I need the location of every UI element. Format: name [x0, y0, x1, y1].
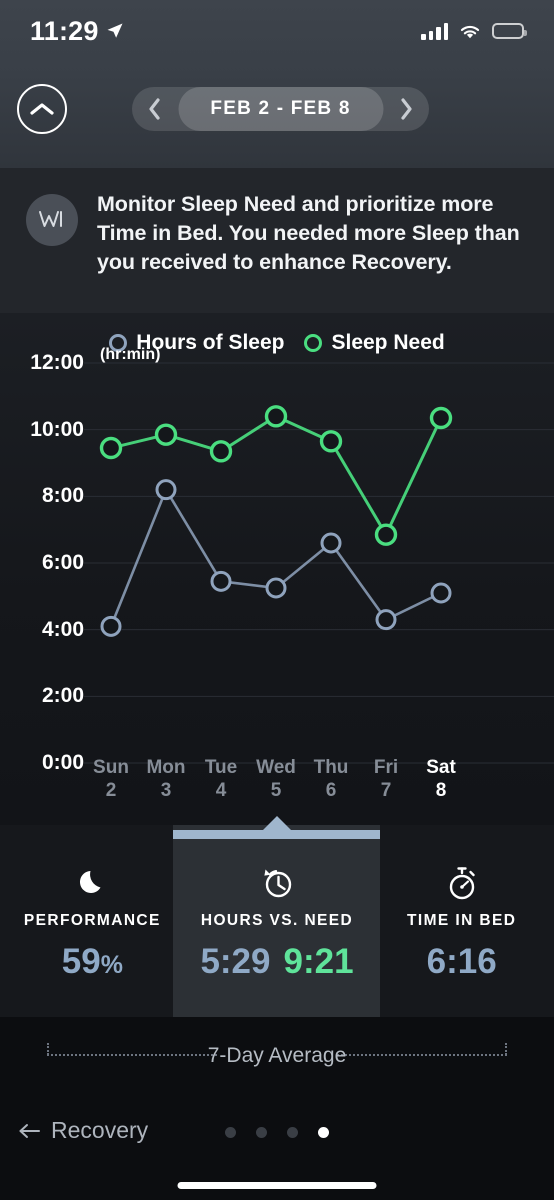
data-point-sleep-need-wed[interactable]	[264, 405, 288, 428]
location-arrow-icon	[107, 23, 123, 38]
time-in-bed-value: 6:16	[426, 942, 497, 981]
moon-icon	[75, 863, 109, 903]
page-dot-3[interactable]	[287, 1127, 298, 1138]
x-tick-day-name: Tue	[204, 757, 238, 778]
x-axis-tick-tue[interactable]: Tue 4	[205, 756, 237, 802]
x-tick-day-name: Fri	[373, 757, 399, 778]
data-point-sleep-need-fri[interactable]	[374, 523, 398, 546]
x-tick-day-number: 3	[160, 780, 172, 801]
stat-hours-vs-need[interactable]: HOURS VS. NEED 5:29 9:21	[185, 825, 370, 1017]
data-point-hours-of-sleep-mon[interactable]	[155, 479, 177, 501]
data-point-hours-of-sleep-fri[interactable]	[375, 609, 397, 631]
average-bracket: 7-Day Average	[47, 1035, 507, 1077]
x-tick-day-number: 8	[435, 780, 447, 801]
x-axis-tick-thu[interactable]: Thu 6	[314, 756, 349, 802]
x-tick-day-name: Mon	[146, 757, 186, 778]
stat-title-time-in-bed: TIME IN BED	[407, 912, 517, 929]
status-bar: 11:29	[0, 0, 554, 62]
x-axis-tick-sun[interactable]: Sun 2	[93, 756, 129, 802]
sleep-need-value: 9:21	[283, 942, 354, 981]
x-axis-tick-mon[interactable]: Mon 3	[146, 756, 185, 802]
x-axis-tick-wed[interactable]: Wed 5	[256, 756, 296, 802]
hours-slept-value: 5:29	[200, 942, 271, 981]
collapse-button[interactable]	[17, 84, 67, 134]
footer: Recovery	[0, 1095, 554, 1200]
back-to-recovery-link[interactable]: Recovery	[18, 1117, 148, 1144]
page-dot-1[interactable]	[225, 1127, 236, 1138]
clock-time: 11:29	[30, 15, 99, 46]
stats-row: PERFORMANCE 59% HOURS VS. NEED 5:29 9:21…	[0, 825, 554, 1017]
data-point-sleep-need-sat[interactable]	[429, 406, 453, 430]
stat-performance[interactable]: PERFORMANCE 59%	[0, 825, 185, 1017]
data-point-sleep-need-thu[interactable]	[319, 430, 343, 453]
stats-panel: PERFORMANCE 59% HOURS VS. NEED 5:29 9:21…	[0, 816, 554, 1017]
sleep-chart: Hours of Sleep Sleep Need (hr:min) 12:00…	[0, 313, 554, 825]
previous-week-button[interactable]	[132, 87, 178, 131]
bracket-tick-left	[47, 1043, 49, 1055]
stat-value-time-in-bed: 6:16	[427, 942, 497, 982]
status-bar-right	[421, 22, 527, 40]
series-line-hours-of-sleep	[109, 488, 443, 628]
performance-percent-sign: %	[100, 951, 123, 979]
data-point-hours-of-sleep-sat[interactable]	[430, 582, 452, 604]
stat-title-performance: PERFORMANCE	[23, 912, 161, 929]
x-tick-day-number: 2	[105, 780, 117, 801]
x-tick-day-number: 4	[215, 780, 227, 801]
stopwatch-icon	[445, 863, 479, 903]
average-label: 7-Day Average	[207, 1044, 347, 1067]
x-axis-tick-sat[interactable]: Sat 8	[426, 756, 456, 802]
x-tick-day-number: 6	[325, 780, 337, 801]
back-link-label: Recovery	[51, 1117, 149, 1143]
advice-banner: Monitor Sleep Need and prioritize more T…	[0, 168, 554, 313]
bracket-tick-right	[505, 1043, 507, 1055]
whoop-glyph	[39, 211, 62, 227]
chevron-left-icon	[149, 98, 160, 120]
seven-day-average-section: 7-Day Average	[0, 1017, 554, 1095]
performance-number: 59	[61, 942, 101, 981]
x-tick-day-name: Wed	[256, 757, 296, 778]
advice-text: Monitor Sleep Need and prioritize more T…	[97, 192, 520, 274]
data-point-hours-of-sleep-wed[interactable]	[265, 577, 287, 599]
data-point-hours-of-sleep-tue[interactable]	[210, 570, 232, 592]
data-point-sleep-need-mon[interactable]	[154, 423, 178, 446]
status-bar-left: 11:29	[30, 16, 124, 47]
stat-value-performance: 59%	[62, 942, 123, 982]
next-week-button[interactable]	[383, 87, 429, 131]
week-range-label[interactable]: FEB 2 - FEB 8	[178, 87, 383, 131]
home-indicator[interactable]	[177, 1182, 377, 1189]
app-screen: 11:29 FEB 2 - FEB 8 Monitor Sleep Need a…	[0, 0, 554, 1200]
page-dot-4[interactable]	[318, 1127, 329, 1138]
stat-value-hours-vs-need: 5:29 9:21	[200, 942, 353, 982]
chart-plot-area	[84, 362, 554, 764]
cellular-signal-icon	[421, 22, 448, 40]
x-tick-day-number: 5	[270, 780, 282, 801]
page-dot-2[interactable]	[256, 1127, 267, 1138]
page-indicator-dots[interactable]	[225, 1127, 329, 1138]
chevron-right-icon	[401, 98, 412, 120]
arrow-left-icon	[19, 1123, 40, 1138]
x-tick-day-number: 7	[380, 780, 392, 801]
stat-title-hours-vs-need: HOURS VS. NEED	[200, 912, 354, 929]
week-selector: FEB 2 - FEB 8	[132, 87, 429, 131]
battery-low-icon	[492, 23, 527, 39]
data-point-sleep-need-tue[interactable]	[209, 440, 233, 463]
x-tick-day-name: Thu	[313, 757, 349, 778]
x-tick-day-name: Sat	[426, 757, 456, 778]
chevron-up-icon	[30, 103, 54, 115]
x-axis-labels: Sun 2 Mon 3 Tue 4 Wed 5 Thu 6 Fri 7 Sat 8	[0, 756, 554, 816]
data-point-hours-of-sleep-sun[interactable]	[100, 615, 122, 637]
wifi-icon	[460, 25, 480, 38]
x-tick-day-name: Sun	[93, 757, 129, 778]
week-navigation: FEB 2 - FEB 8	[0, 83, 554, 151]
data-point-sleep-need-sun[interactable]	[99, 436, 123, 460]
x-axis-tick-fri[interactable]: Fri 7	[374, 756, 398, 802]
whoop-logo-icon	[26, 194, 78, 246]
data-point-hours-of-sleep-thu[interactable]	[320, 532, 342, 554]
header-zone: 11:29 FEB 2 - FEB 8	[0, 0, 554, 168]
clock-arrow-icon	[259, 863, 295, 903]
stat-time-in-bed[interactable]: TIME IN BED 6:16	[369, 825, 554, 1017]
